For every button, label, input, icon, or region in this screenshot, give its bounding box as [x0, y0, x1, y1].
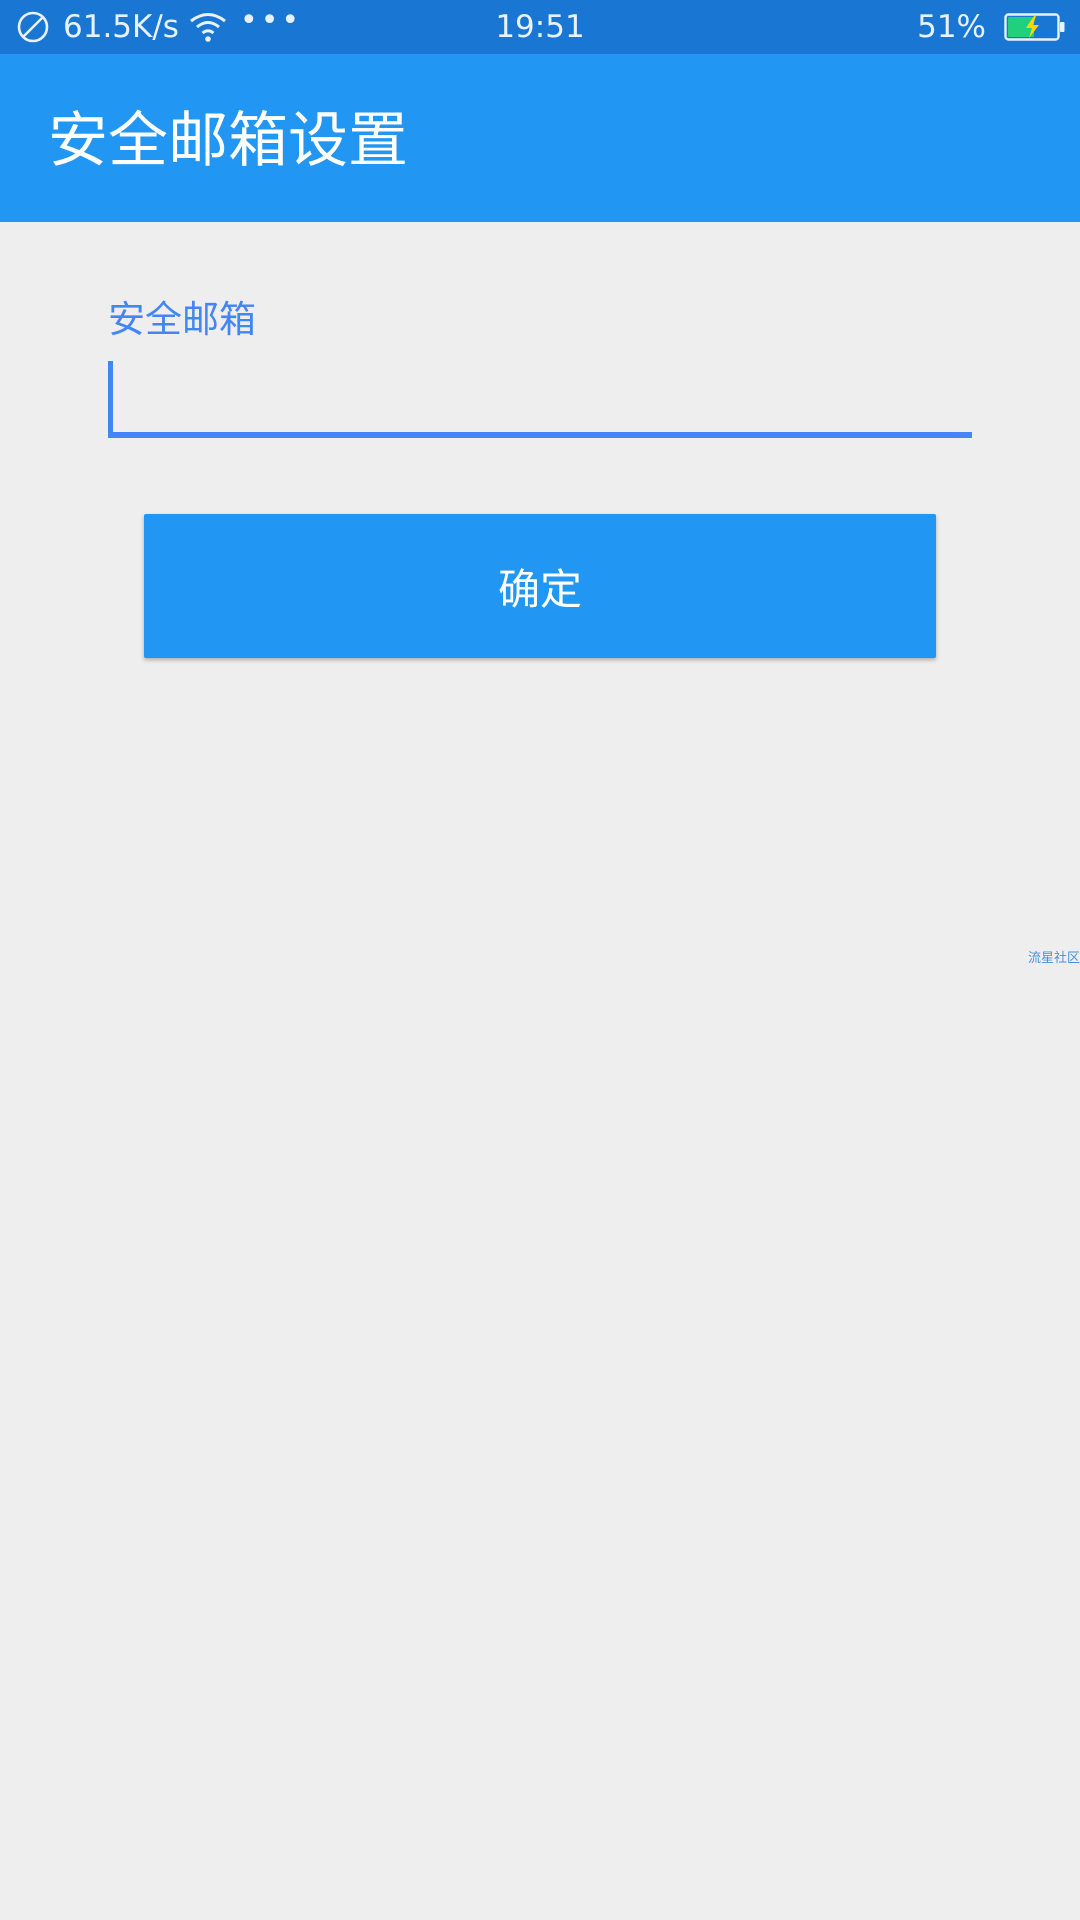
email-field-label: 安全邮箱 [108, 298, 256, 341]
battery-percent: 51% [917, 9, 986, 45]
text-cursor [108, 361, 113, 433]
status-bar: 61.5K/s ••• 19:51 51% [0, 0, 1080, 54]
app-bar: 安全邮箱设置 [0, 54, 1080, 222]
watermark: 流星社区 [1027, 951, 1080, 966]
page-title: 安全邮箱设置 [48, 106, 408, 176]
screen: 61.5K/s ••• 19:51 51% 安全邮箱设置 安全邮箱 确定 流星社… [0, 0, 1080, 1920]
confirm-button[interactable]: 确定 [144, 514, 936, 658]
battery-charging-icon [1004, 13, 1065, 41]
email-field[interactable] [108, 358, 972, 438]
